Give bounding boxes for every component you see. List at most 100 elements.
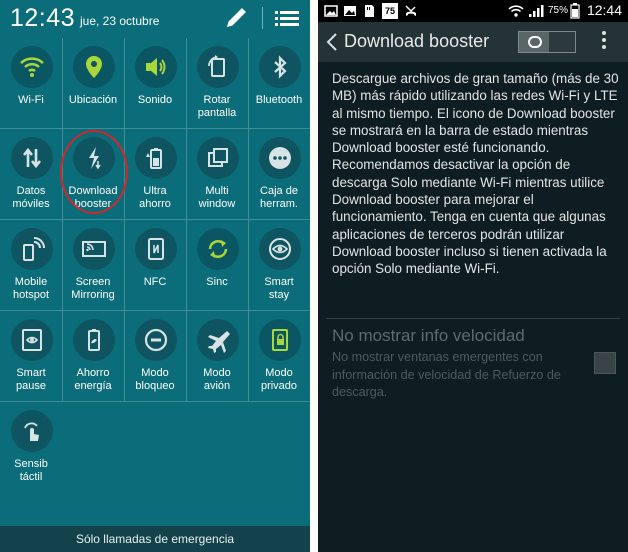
missed-call-icon: [405, 5, 416, 16]
section-divider: [326, 318, 620, 319]
quick-toggle-smart-pause[interactable]: Smart pause: [0, 311, 62, 402]
mountain-icon: [344, 6, 356, 16]
tile-label: Caja de herram.: [260, 185, 298, 210]
header-divider: [262, 7, 263, 29]
grid-divider: [0, 128, 310, 129]
toolbox-icon: [259, 137, 301, 179]
list-icon[interactable]: [274, 6, 300, 30]
multi-window-icon: [197, 137, 239, 179]
tile-label: Ultra ahorro: [139, 185, 171, 210]
tile-label: Datos móviles: [12, 185, 50, 210]
quick-toggle-smart-stay[interactable]: Smart stay: [248, 220, 310, 311]
screen-title: Download booster: [344, 31, 490, 51]
grid-divider: [62, 38, 63, 402]
tile-label: Modo privado: [260, 367, 298, 392]
touch-sensitivity-icon: [11, 410, 53, 452]
bluetooth-icon: [259, 46, 301, 88]
location-icon: [73, 46, 115, 88]
hotspot-icon: [11, 228, 53, 270]
tile-label: Screen Mirroring: [71, 276, 115, 301]
description-text: Descargue archivos de gran tamaño (más d…: [332, 71, 619, 277]
quick-toggle-power-saving[interactable]: Ahorro energía: [62, 311, 124, 402]
rotate-screen-icon: [197, 46, 239, 88]
quick-toggle-toolbox[interactable]: Caja de herram.: [248, 129, 310, 220]
back-arrow-icon[interactable]: [324, 32, 340, 52]
grid-divider: [248, 38, 249, 402]
quick-toggle-multi-window[interactable]: Multi window: [186, 129, 248, 220]
quick-toggle-location[interactable]: Ubicación: [62, 38, 124, 129]
tile-label: Smart pause: [16, 367, 46, 392]
wifi-icon: [508, 5, 524, 17]
grid-divider: [0, 310, 310, 311]
status-bar: 75 75% 12:44: [318, 0, 628, 22]
speaker-icon: [135, 46, 177, 88]
quick-toggle-blocking-mode[interactable]: Modo bloqueo: [124, 311, 186, 402]
grid-divider: [186, 38, 187, 402]
option-title: No mostrar info velocidad: [332, 326, 525, 345]
battery-percentage: 75%: [548, 5, 569, 16]
grid-divider: [124, 38, 125, 402]
wifi-icon: [11, 46, 53, 88]
quick-toggle-sync[interactable]: Sinc: [186, 220, 248, 311]
tile-label: Modo bloqueo: [135, 367, 175, 392]
quick-toggle-ultra-power-saving[interactable]: Ultra ahorro: [124, 129, 186, 220]
tile-label: Wi-Fi: [18, 94, 44, 106]
overflow-menu-icon[interactable]: [600, 31, 608, 53]
nfc-icon: [135, 228, 177, 270]
grid-divider: [0, 401, 310, 402]
clock: 12:43: [10, 4, 76, 32]
tile-label: Multi window: [198, 185, 236, 210]
tile-label: Smart stay: [264, 276, 294, 301]
calendar-75-icon: 75: [382, 3, 398, 19]
quick-toggle-screen-mirroring[interactable]: Screen Mirroring: [62, 220, 124, 311]
toggle-knob: [528, 36, 542, 48]
sd-card-icon: [365, 5, 374, 17]
tile-label: Sonido: [137, 94, 173, 106]
highlight-annotation: [60, 130, 128, 214]
ultra-power-saving-icon: [135, 137, 177, 179]
quick-toggle-mobile-data[interactable]: Datos móviles: [0, 129, 62, 220]
speed-info-checkbox[interactable]: [594, 352, 616, 374]
quick-toggle-rotate-screen[interactable]: Rotar pantalla: [186, 38, 248, 129]
quick-toggle-airplane[interactable]: Modo avión: [186, 311, 248, 402]
date-label: jue, 23 octubre: [80, 14, 160, 28]
quick-settings-panel: 12:43 jue, 23 octubre Wi-Fi Ubicación Soni…: [0, 0, 310, 552]
smart-stay-icon: [259, 228, 301, 270]
pencil-icon[interactable]: [224, 6, 248, 30]
quick-toggle-private-mode[interactable]: Modo privado: [248, 311, 310, 402]
battery-icon: [570, 3, 580, 19]
screen-mirroring-icon: [73, 228, 115, 270]
quick-toggle-bluetooth[interactable]: Bluetooth: [248, 38, 310, 129]
tile-label: Rotar pantalla: [197, 94, 237, 119]
quick-toggle-speaker[interactable]: Sonido: [124, 38, 186, 129]
tile-label: Bluetooth: [255, 94, 303, 106]
quick-toggle-hotspot[interactable]: Mobile hotspot: [0, 220, 62, 311]
airplane-icon: [197, 319, 239, 361]
download-booster-screen: 75 75% 12:44 Download booster Descargue …: [318, 0, 628, 552]
download-booster-toggle[interactable]: [518, 31, 576, 53]
blocking-mode-icon: [135, 319, 177, 361]
option-subtitle: No mostrar ventanas emergentes con infor…: [332, 350, 561, 399]
toggle-track: [549, 32, 575, 52]
tile-label: Mobile hotspot: [12, 276, 50, 301]
quick-toggle-touch-sensitivity[interactable]: Sensib táctil: [0, 402, 62, 493]
quick-toggle-nfc[interactable]: NFC: [124, 220, 186, 311]
quick-toggle-wifi[interactable]: Wi-Fi: [0, 38, 62, 129]
smart-pause-icon: [11, 319, 53, 361]
tile-label: Modo avión: [203, 367, 231, 392]
action-bar: Download booster: [318, 22, 628, 62]
mobile-data-icon: [11, 137, 53, 179]
emergency-calls-bar: Sólo llamadas de emergencia: [0, 526, 310, 552]
status-clock: 12:44: [586, 2, 622, 18]
tile-label: Ahorro energía: [74, 367, 112, 392]
signal-icon: [529, 5, 544, 17]
private-mode-icon: [259, 319, 301, 361]
sync-icon: [197, 228, 239, 270]
tile-label: NFC: [143, 276, 167, 288]
tile-label: Sinc: [206, 276, 228, 288]
panel-divider: [310, 0, 318, 552]
power-saving-icon: [73, 319, 115, 361]
grid-divider: [0, 219, 310, 220]
notification-header: 12:43 jue, 23 octubre: [0, 0, 310, 38]
tile-label: Ubicación: [68, 94, 118, 106]
